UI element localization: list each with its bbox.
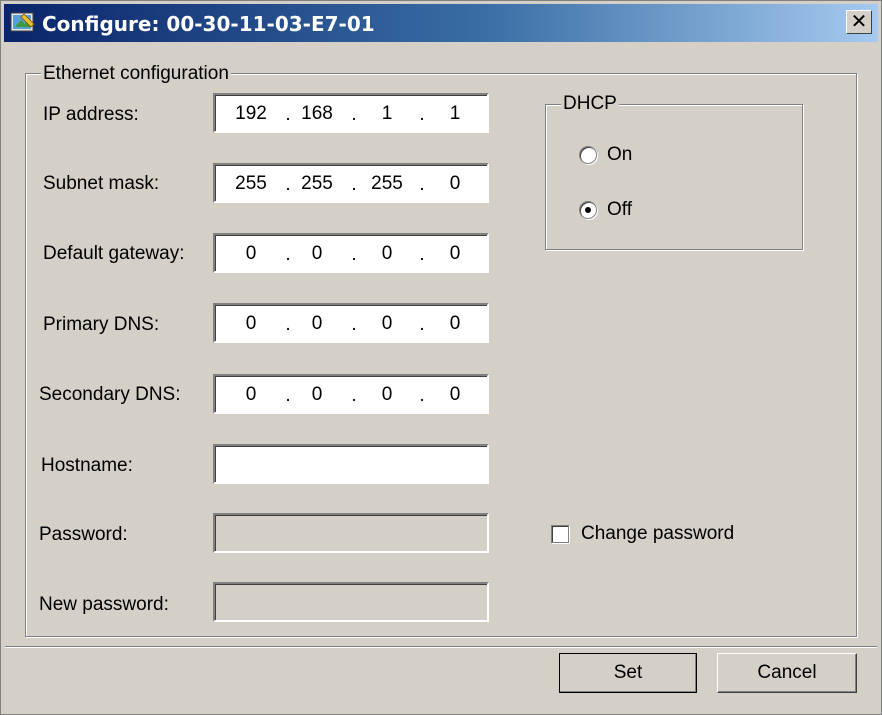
ip-separator: . — [285, 104, 291, 125]
password-input — [213, 513, 489, 553]
default-gateway-octet-3: 0 — [381, 243, 393, 264]
configure-dialog: Configure: 00-30-11-03-E7-01 ✕ Ethernet … — [0, 0, 882, 715]
ip-address-octet-3: 1 — [381, 103, 393, 124]
ip-address-octet-2: 168 — [301, 103, 333, 124]
close-icon: ✕ — [850, 9, 868, 33]
configure-app-icon — [10, 12, 35, 32]
dhcp-on-radio[interactable] — [579, 146, 597, 164]
ip-separator: . — [351, 385, 357, 406]
subnet-mask-octet-4: 0 — [449, 173, 461, 194]
ip-separator: . — [285, 174, 291, 195]
ip-separator: . — [419, 385, 425, 406]
window-title: Configure: 00-30-11-03-E7-01 — [42, 12, 375, 36]
ip-separator: . — [285, 385, 291, 406]
default-gateway-octet-4: 0 — [449, 243, 461, 264]
secondary-dns-label: Secondary DNS: — [39, 384, 181, 405]
title-bar[interactable]: Configure: 00-30-11-03-E7-01 ✕ — [4, 4, 878, 42]
subnet-mask-octet-2: 255 — [301, 173, 333, 194]
ip-separator: . — [285, 314, 291, 335]
secondary-dns-octet-4: 0 — [449, 384, 461, 405]
ip-separator: . — [351, 174, 357, 195]
dhcp-on-label[interactable]: On — [607, 144, 632, 166]
close-button[interactable]: ✕ — [846, 10, 872, 34]
dhcp-off-radio[interactable] — [579, 201, 597, 219]
ip-separator: . — [285, 244, 291, 265]
ip-separator: . — [419, 104, 425, 125]
ip-separator: . — [419, 244, 425, 265]
dhcp-group-label: DHCP — [561, 93, 619, 115]
primary-dns-octet-2: 0 — [311, 313, 323, 334]
ip-separator: . — [419, 314, 425, 335]
ip-address-octet-1: 192 — [235, 103, 267, 124]
default-gateway-octet-2: 0 — [311, 243, 323, 264]
ip-separator: . — [351, 244, 357, 265]
cancel-button[interactable]: Cancel — [717, 653, 857, 693]
hostname-input[interactable] — [213, 444, 489, 484]
secondary-dns-octet-1: 0 — [245, 384, 257, 405]
secondary-dns-field[interactable]: 0 . 0 . 0 . 0 — [213, 374, 489, 414]
secondary-dns-octet-2: 0 — [311, 384, 323, 405]
password-label: Password: — [39, 524, 128, 545]
dhcp-group — [545, 104, 803, 250]
ip-separator: . — [351, 104, 357, 125]
ip-address-field[interactable]: 192 . 168 . 1 . 1 — [213, 93, 489, 133]
new-password-input — [213, 582, 489, 622]
subnet-mask-field[interactable]: 255 . 255 . 255 . 0 — [213, 163, 489, 203]
subnet-mask-label: Subnet mask: — [43, 173, 160, 194]
primary-dns-label: Primary DNS: — [43, 314, 160, 335]
primary-dns-octet-3: 0 — [381, 313, 393, 334]
ip-address-label: IP address: — [43, 104, 139, 125]
new-password-label: New password: — [39, 594, 169, 615]
subnet-mask-octet-3: 255 — [371, 173, 403, 194]
ip-separator: . — [351, 314, 357, 335]
radio-selected-dot — [585, 207, 591, 213]
default-gateway-field[interactable]: 0 . 0 . 0 . 0 — [213, 233, 489, 273]
ip-address-octet-4: 1 — [449, 103, 461, 124]
footer-separator — [5, 646, 877, 648]
change-password-checkbox[interactable] — [551, 525, 569, 543]
change-password-label[interactable]: Change password — [581, 523, 734, 545]
default-gateway-octet-1: 0 — [245, 243, 257, 264]
ethernet-configuration-label: Ethernet configuration — [41, 63, 231, 85]
primary-dns-field[interactable]: 0 . 0 . 0 . 0 — [213, 303, 489, 343]
dhcp-off-label[interactable]: Off — [607, 199, 632, 221]
hostname-label: Hostname: — [41, 455, 133, 476]
secondary-dns-octet-3: 0 — [381, 384, 393, 405]
primary-dns-octet-4: 0 — [449, 313, 461, 334]
default-gateway-label: Default gateway: — [43, 243, 185, 264]
ip-separator: . — [419, 174, 425, 195]
set-button[interactable]: Set — [559, 653, 697, 693]
primary-dns-octet-1: 0 — [245, 313, 257, 334]
subnet-mask-octet-1: 255 — [235, 173, 267, 194]
